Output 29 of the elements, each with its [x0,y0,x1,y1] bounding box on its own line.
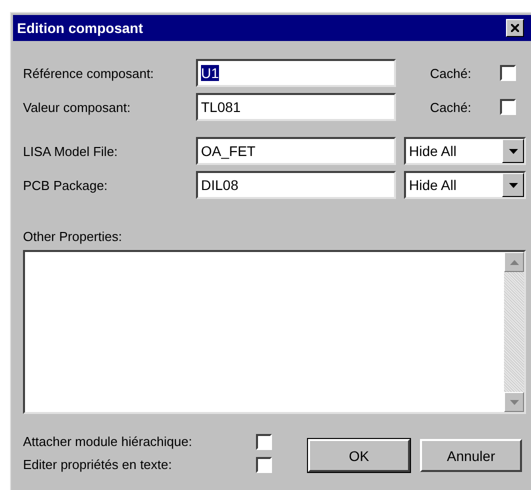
down-arrow-icon [510,400,518,404]
checkbox[interactable] [256,434,272,450]
visibility-dropdown[interactable]: Hide All [404,171,526,199]
option-label: Editer propriétés en texte: [23,457,173,472]
input-field[interactable]: DIL08 [196,171,396,199]
input-field[interactable]: U1 [196,59,396,87]
window-title: Edition composant [17,20,144,36]
scrollbar[interactable] [504,252,524,412]
hidden-label: Caché: [430,100,472,114]
hidden-label: Caché: [430,66,472,80]
input-field[interactable]: OA_FET [196,137,396,165]
cancel-button[interactable]: Annuler [420,439,522,472]
section-label: Other Properties: [23,229,123,244]
field-label: Valeur composant: [23,100,132,114]
ok-button[interactable]: OK [308,439,410,472]
caret-icon [508,148,518,154]
up-arrow-icon [510,260,518,264]
field-label: PCB Package: [23,178,109,192]
checkbox[interactable] [256,456,272,472]
caret-icon [508,182,518,188]
close-icon [511,24,519,32]
field-label: LISA Model File: [23,144,119,158]
checkbox[interactable] [500,65,516,81]
close-button[interactable] [506,19,524,37]
checkbox[interactable] [500,99,516,115]
field-label: Référence composant: [23,66,155,80]
input-field[interactable]: TL081 [196,93,396,121]
visibility-dropdown[interactable]: Hide All [404,137,526,165]
option-label: Attacher module hiérachique: [23,434,194,449]
